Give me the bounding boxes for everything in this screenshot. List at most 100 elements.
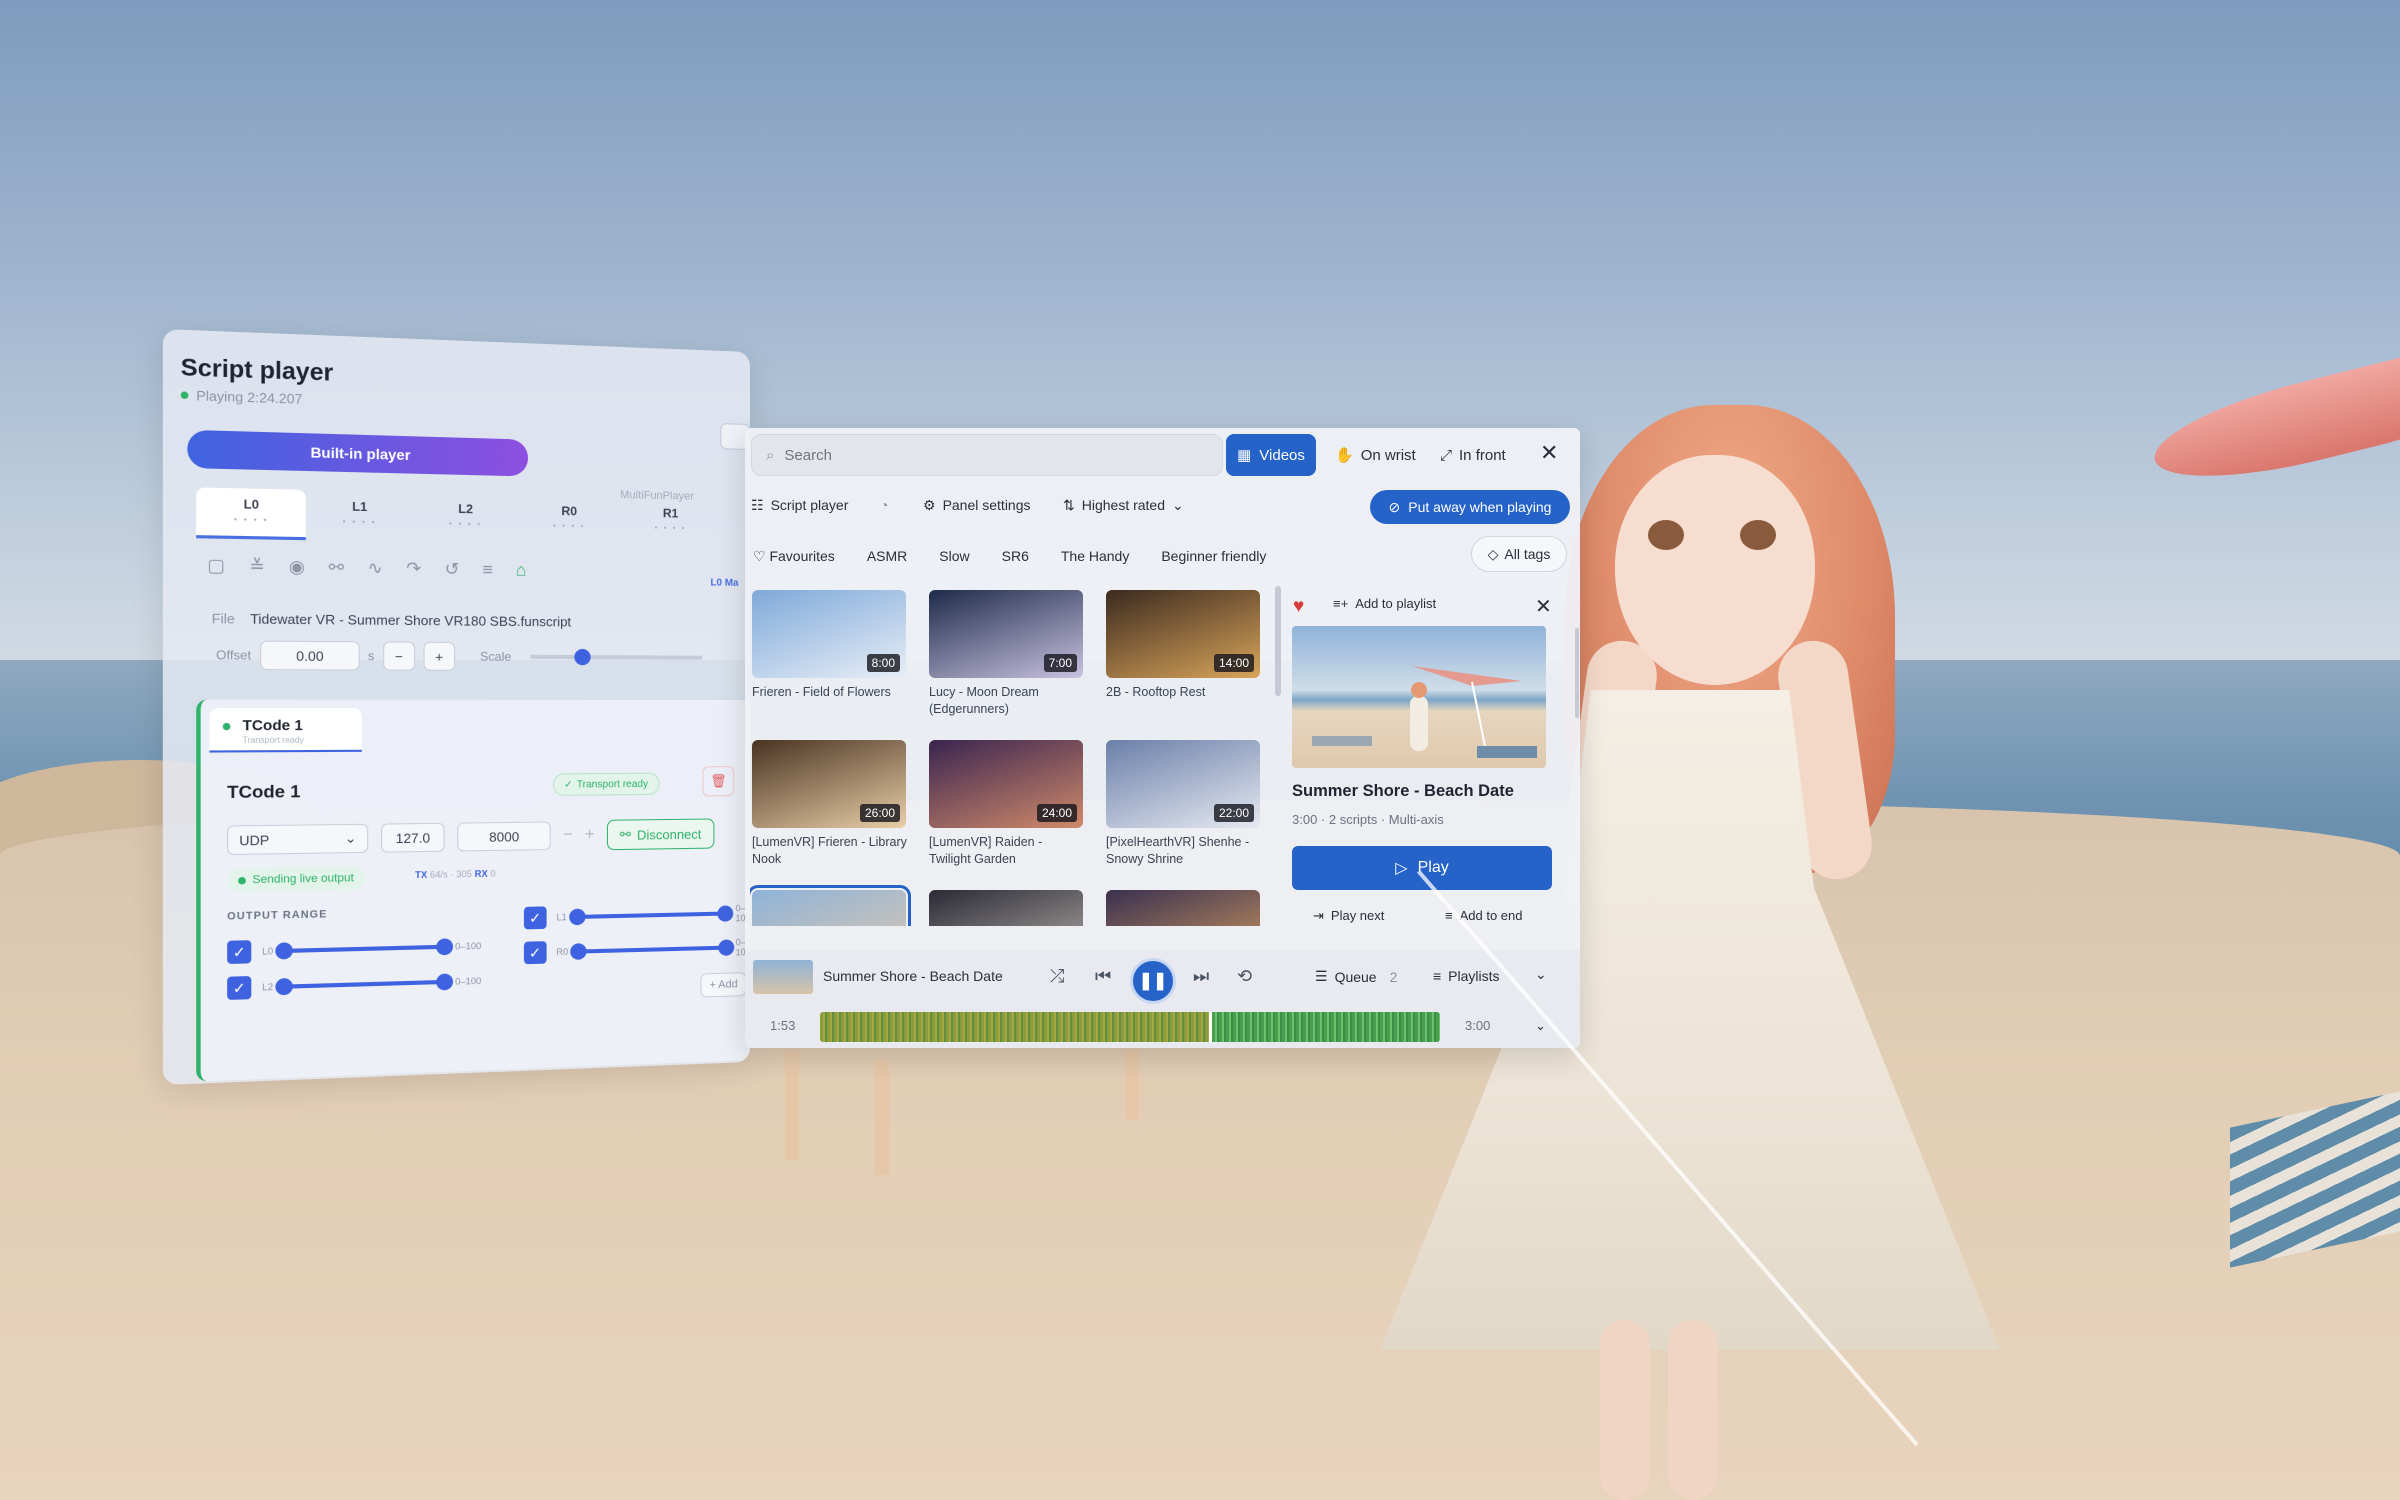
tag-the-handy[interactable]: The Handy — [1061, 548, 1129, 564]
add-device-button[interactable]: + Add — [700, 972, 747, 998]
video-thumbnail[interactable]: 8:00 — [752, 590, 906, 678]
playlists-button[interactable]: ≡ Playlists — [1433, 968, 1500, 984]
tag-beginner-friendly[interactable]: Beginner friendly — [1161, 548, 1266, 564]
script-toolbar: ▢ ≚ ◉ ⚯ ∿ ↷ ↺ ≡ ⌂ — [207, 555, 526, 581]
scale-slider[interactable] — [529, 648, 703, 666]
history-icon[interactable]: ◔ — [880, 490, 888, 520]
video-card[interactable] — [1106, 890, 1264, 926]
tcode-tab[interactable]: TCode 1 Transport ready — [209, 708, 362, 753]
offset-increase-button[interactable]: + — [423, 641, 455, 671]
axis-enabled-checkbox[interactable]: ✓ — [227, 940, 252, 965]
axis-enabled-checkbox[interactable]: ✓ — [523, 941, 547, 965]
range-slider[interactable] — [578, 945, 726, 954]
previous-icon[interactable]: ⏮ — [1095, 966, 1111, 987]
video-card[interactable]: 14:00 2B - Rooftop Rest — [1106, 590, 1264, 701]
axis-enabled-checkbox[interactable]: ✓ — [523, 906, 547, 930]
chevron-down-icon[interactable]: ⌄ — [1535, 966, 1547, 983]
video-card[interactable]: 22:00 [PixelHearthVR] Shenhe - Snowy Shri… — [1106, 740, 1264, 868]
tx-rx-stats: TX 64/s · 305 RX 0 — [415, 868, 495, 880]
close-detail-icon[interactable]: ✕ — [1535, 594, 1552, 619]
close-icon[interactable]: ✕ — [1540, 442, 1558, 464]
all-tags-button[interactable]: ◇ All tags — [1471, 536, 1567, 572]
align-icon[interactable]: ≚ — [249, 556, 265, 577]
video-thumbnail[interactable]: 24:00 — [929, 740, 1083, 828]
play-button[interactable]: ▷ Play — [1292, 846, 1552, 890]
video-card[interactable] — [929, 890, 1087, 926]
axis-tab-l0[interactable]: L0 • • • • — [196, 487, 306, 541]
delete-device-button[interactable]: 🗑 — [702, 766, 735, 797]
eye-icon[interactable]: ◉ — [289, 557, 305, 578]
video-thumbnail[interactable]: 22:00 — [1106, 740, 1260, 828]
video-card-title: [LumenVR] Frieren - Library Nook — [752, 835, 907, 866]
script-player-button[interactable]: ☷ Script player — [751, 490, 848, 520]
loop-icon[interactable]: ↺ — [445, 559, 460, 580]
video-card[interactable]: 8:00 Frieren - Field of Flowers — [752, 590, 910, 701]
search-icon: ⌕ — [766, 446, 775, 464]
video-thumbnail[interactable]: 26:00 — [752, 740, 906, 828]
axis-tab-r0[interactable]: R0 • • • • — [518, 495, 620, 546]
video-card[interactable]: 24:00 [LumenVR] Raiden - Twilight Garden — [929, 740, 1087, 868]
detail-scrollbar[interactable] — [1575, 628, 1579, 718]
range-slider[interactable] — [577, 911, 726, 919]
scale-slider-handle[interactable] — [574, 648, 591, 666]
video-thumbnail[interactable]: 14:00 — [1106, 590, 1260, 678]
put-away-when-playing-button[interactable]: ⊘ Put away when playing — [1370, 490, 1570, 524]
pause-button[interactable]: ❚❚ — [1130, 958, 1176, 1004]
sort-dropdown[interactable]: ⇅ Highest rated ⌄ — [1063, 490, 1184, 520]
axis-tab-label: L1 — [352, 499, 368, 515]
video-card[interactable] — [750, 885, 911, 926]
range-axis-label: L2 — [262, 981, 274, 993]
file-row: File Tidewater VR - Summer Shore VR180 S… — [212, 611, 571, 630]
home-icon[interactable]: ⌂ — [516, 560, 527, 581]
in-front-button[interactable]: ⤢ In front — [1440, 434, 1506, 476]
range-slider[interactable] — [284, 979, 445, 989]
video-card[interactable]: 26:00 [LumenVR] Frieren - Library Nook — [752, 740, 910, 868]
offset-decrease-button[interactable]: − — [382, 641, 415, 671]
disconnect-button[interactable]: ⚯ Disconnect — [606, 818, 715, 851]
video-thumbnail[interactable] — [1106, 890, 1260, 926]
built-in-player-toggle[interactable]: Built-in player — [187, 429, 529, 477]
axis-enabled-checkbox[interactable]: ✓ — [227, 976, 252, 1000]
panel-settings-button[interactable]: ⚙ Panel settings — [923, 490, 1031, 520]
axis-tab-l2[interactable]: L2 • • • • — [413, 492, 518, 544]
next-icon[interactable]: ⏭ — [1193, 966, 1209, 987]
link-icon[interactable]: ⚯ — [329, 557, 344, 578]
axis-tab-r1[interactable]: R1 • • • • — [620, 497, 720, 547]
offset-input[interactable]: 0.00 — [259, 640, 360, 671]
tcode-device-card: TCode 1 Transport ready TCode 1 ✓ Transp… — [196, 699, 750, 1082]
range-slider[interactable] — [284, 944, 445, 954]
queue-button[interactable]: ☰ Queue 2 — [1315, 968, 1397, 985]
tag-asmr[interactable]: ASMR — [867, 548, 907, 564]
repeat-icon[interactable]: ⟲ — [1237, 966, 1252, 987]
video-thumbnail[interactable] — [929, 890, 1083, 926]
wave-icon[interactable]: ∿ — [368, 558, 383, 579]
tag-slow[interactable]: Slow — [939, 548, 969, 564]
search-input[interactable] — [784, 446, 1185, 464]
axis-tab-l1[interactable]: L1 • • • • — [306, 490, 413, 542]
search-bar[interactable]: ⌕ — [751, 434, 1223, 476]
protocol-select[interactable]: UDP ⌄ — [227, 823, 369, 856]
host-input[interactable]: 127.0 — [381, 822, 445, 853]
on-wrist-button[interactable]: ✋ On wrist — [1335, 434, 1416, 476]
videos-button[interactable]: ▦ Videos — [1226, 434, 1316, 476]
add-to-playlist-button[interactable]: ≡+ Add to playlist — [1333, 596, 1436, 611]
tag-sr6[interactable]: SR6 — [1002, 548, 1029, 564]
video-card[interactable]: 7:00 Lucy - Moon Dream (Edgerunners) — [929, 590, 1087, 718]
shuffle-icon[interactable]: ⤮ — [1050, 966, 1064, 987]
redo-icon[interactable]: ↷ — [406, 559, 421, 580]
waveform-seek-bar[interactable] — [820, 1012, 1440, 1042]
expand-chevron-icon[interactable]: ⌄ — [1535, 1018, 1546, 1034]
minus-icon[interactable]: − — [563, 826, 573, 844]
menu-icon[interactable]: ≡ — [483, 560, 493, 581]
favourite-heart-icon[interactable]: ♥ — [1293, 596, 1304, 618]
port-input[interactable]: 8000 — [457, 821, 551, 852]
tag-label: The Handy — [1060, 548, 1130, 564]
plus-icon[interactable]: + — [585, 826, 595, 844]
tag-favourites[interactable]: ♡ Favourites — [753, 548, 835, 565]
play-next-button[interactable]: ⇥ Play next — [1313, 908, 1384, 924]
file-icon[interactable]: ▢ — [207, 555, 225, 576]
video-thumbnail[interactable]: 7:00 — [929, 590, 1083, 678]
video-thumbnail[interactable] — [750, 885, 911, 926]
sort-label: Highest rated — [1081, 497, 1166, 513]
grid-scrollbar[interactable] — [1275, 586, 1281, 696]
